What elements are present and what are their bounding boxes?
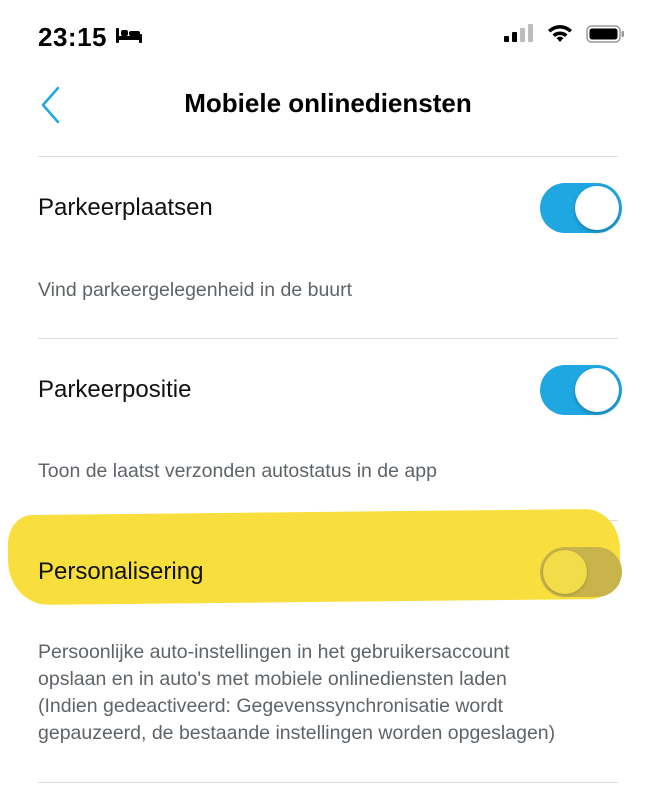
setting-row-parkeerpositie: Parkeerpositie	[38, 360, 622, 420]
status-icons	[504, 24, 626, 49]
toggle-knob	[575, 368, 619, 412]
setting-row-parkeerplaatsen: Parkeerplaatsen	[38, 178, 622, 238]
personalisering-toggle[interactable]	[540, 547, 622, 597]
description-line: opslaan en in auto's met mobiele onlined…	[38, 668, 507, 690]
description-line: (Indien gedeactiveerd: Gegevenssynchroni…	[38, 695, 504, 717]
sleep-bed-icon	[115, 25, 143, 50]
wifi-icon	[546, 24, 574, 49]
navigation-bar: Mobiele onlinediensten	[0, 72, 656, 156]
divider	[38, 782, 618, 783]
divider	[38, 156, 618, 157]
description-line: gepauzeerd, de bestaande instellingen wo…	[38, 722, 556, 744]
status-time: 23:15	[38, 22, 107, 52]
status-time-group: 23:15	[38, 22, 143, 53]
toggle-knob	[575, 186, 619, 230]
setting-row-personalisering: Personalisering	[38, 542, 622, 602]
signal-icon	[504, 24, 534, 49]
setting-label: Parkeerplaatsen	[38, 194, 213, 221]
toggle-knob	[543, 550, 587, 594]
battery-icon	[586, 24, 626, 49]
parkeerpositie-toggle[interactable]	[540, 365, 622, 415]
setting-label: Personalisering	[38, 558, 204, 585]
screen: 23:15 Mobiele onlinediensten Parkeerplaa…	[0, 0, 656, 800]
setting-description: Toon de laatst verzonden autostatus in d…	[38, 460, 437, 482]
divider	[38, 338, 618, 339]
page-title: Mobiele onlinediensten	[184, 88, 472, 118]
setting-description: Vind parkeergelegenheid in de buurt	[38, 279, 353, 301]
parkeerplaatsen-toggle[interactable]	[540, 183, 622, 233]
setting-label: Parkeerpositie	[38, 376, 192, 403]
setting-description: Persoonlijke auto-instellingen in het ge…	[38, 639, 618, 747]
status-bar: 23:15	[0, 0, 656, 72]
description-line: Persoonlijke auto-instellingen in het ge…	[38, 641, 510, 663]
